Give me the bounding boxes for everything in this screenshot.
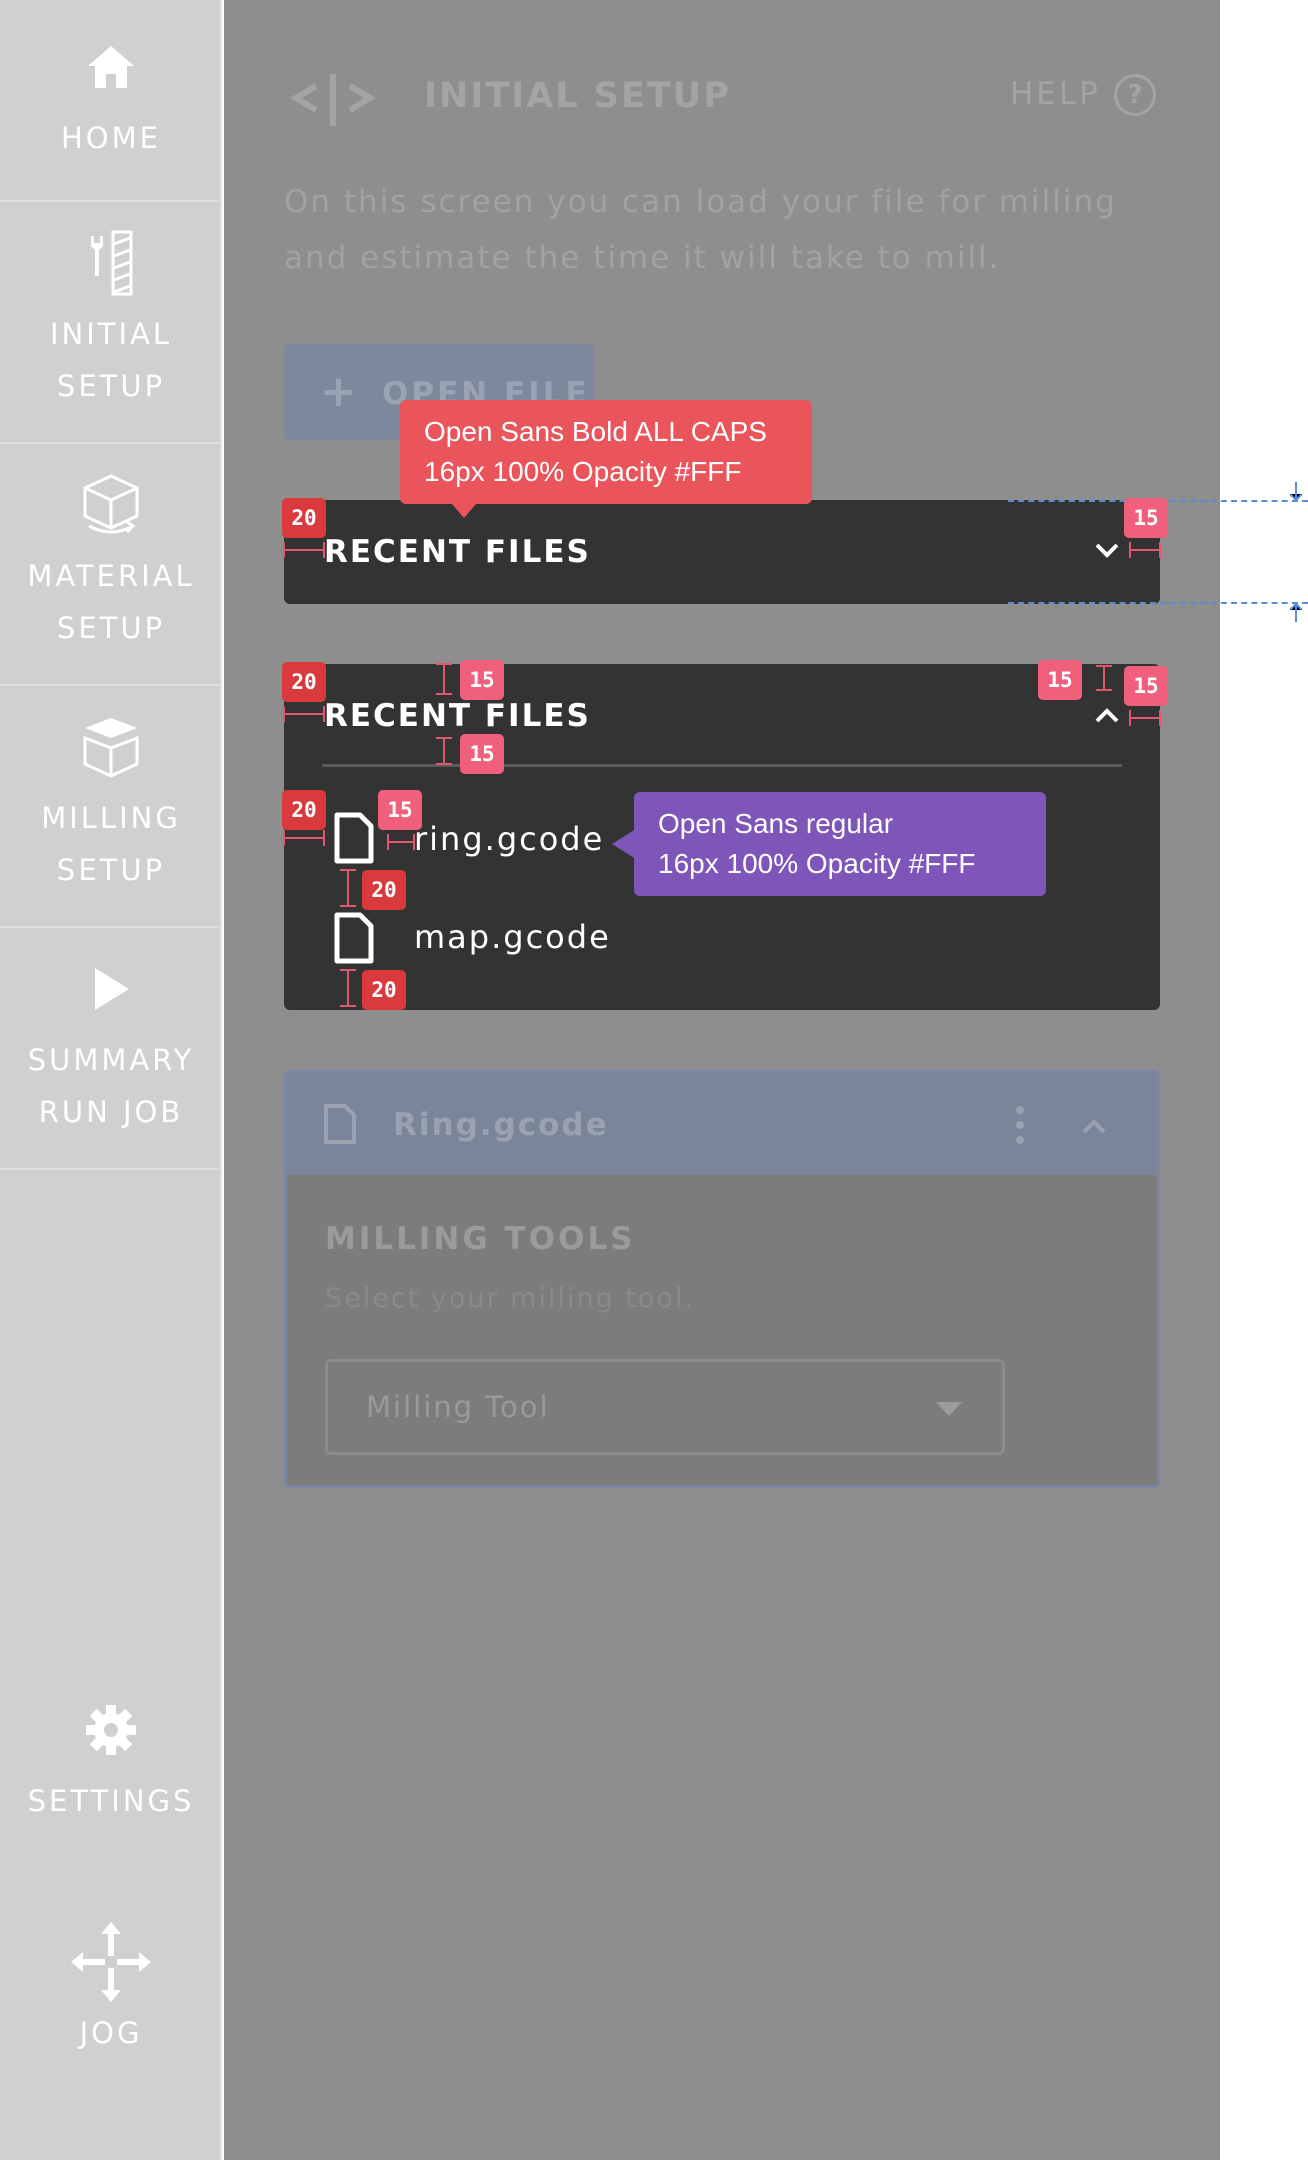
spacing-badge: 15 bbox=[460, 660, 504, 700]
spacing-badge: 20 bbox=[362, 970, 406, 1010]
spacing-badge: 20 bbox=[282, 498, 326, 538]
redline-measure-lines bbox=[283, 482, 1303, 1007]
spacing-badge: 20 bbox=[282, 790, 326, 830]
spacing-badge: 20 bbox=[362, 870, 406, 910]
guide-line bbox=[1008, 602, 1308, 604]
spacing-badge: 15 bbox=[1124, 498, 1168, 538]
spacing-badge: 15 bbox=[1124, 666, 1168, 706]
spacing-badge: 15 bbox=[1038, 660, 1082, 700]
spacing-badge: 20 bbox=[282, 662, 326, 702]
spacing-badge: 15 bbox=[378, 790, 422, 830]
spacing-badge: 15 bbox=[460, 734, 504, 774]
